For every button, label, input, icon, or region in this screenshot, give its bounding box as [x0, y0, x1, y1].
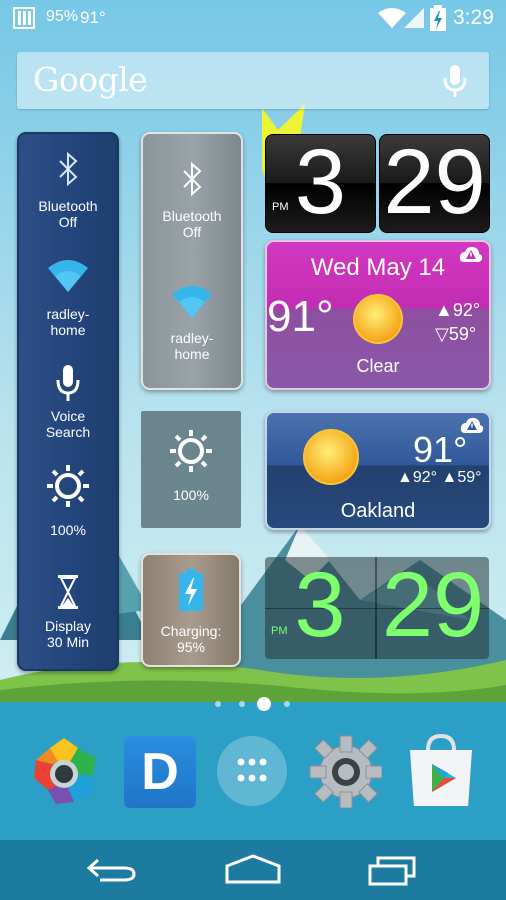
weather-high: ▲92°: [435, 300, 481, 320]
dashclock-app-icon[interactable]: D: [124, 736, 196, 808]
voice-search-label-line2: Search: [45, 424, 91, 440]
clock-minute: 29: [383, 131, 486, 233]
brightness-widget-label: 100%: [173, 487, 209, 503]
page-dot: [239, 701, 245, 707]
weather-high-low: ▲92° ▲59°: [397, 469, 482, 486]
microphone-icon[interactable]: [442, 64, 468, 98]
weather-temperature: 91°: [267, 292, 334, 341]
voice-search-label-line1: Voice: [50, 408, 86, 424]
photos-app-icon[interactable]: [26, 734, 100, 808]
power-toggle-widget-grey: Bluetooth Off radley- home: [141, 132, 243, 390]
play-store-app-icon[interactable]: [404, 732, 478, 806]
weather-date: Wed May 14: [310, 254, 446, 281]
flip-clock-bottom[interactable]: 3 PM 29: [265, 554, 489, 661]
status-bar: 95% 91° 3:29: [0, 0, 506, 36]
google-search-bar[interactable]: Google: [17, 52, 489, 109]
clock-hour: 3: [294, 131, 347, 233]
hourglass-icon: [58, 575, 78, 609]
weather-widget-blue[interactable]: 91° ▲92° ▲59° Oakland: [265, 411, 491, 530]
wifi-toggle-network: home: [174, 346, 210, 362]
dashclock-letter: D: [141, 743, 179, 801]
recents-icon[interactable]: [368, 854, 418, 886]
dock: D: [0, 728, 506, 820]
page-dot: [215, 701, 221, 707]
microphone-icon: [56, 365, 80, 401]
battery-widget-percent: 95%: [176, 639, 206, 655]
clock-hour: 3: [294, 554, 346, 656]
clock-minute-card: 29: [379, 131, 490, 233]
weather-alert-icon[interactable]: [459, 244, 483, 264]
weather-location: Oakland: [340, 500, 416, 522]
display-timeout-label: Display: [45, 618, 91, 634]
wifi-toggle-network: home: [50, 322, 86, 338]
clock-ampm: PM: [271, 625, 288, 637]
clock-ampm: PM: [272, 201, 289, 213]
brightness-toggle[interactable]: 100%: [19, 464, 117, 540]
clock-hour-card: 3 PM: [265, 131, 376, 233]
bluetooth-icon: [183, 162, 202, 196]
app-drawer-icon[interactable]: [217, 736, 287, 806]
page-dot: [284, 701, 290, 707]
bluetooth-toggle[interactable]: Bluetooth Off: [143, 154, 241, 244]
brightness-icon: [170, 430, 212, 472]
app-drawer-dots-icon: [237, 758, 267, 782]
settings-app-icon[interactable]: [308, 734, 382, 808]
bluetooth-toggle-label: Bluetooth: [162, 208, 222, 224]
weather-low: ▽59°: [435, 324, 477, 344]
weather-widget-pink[interactable]: Wed May 14 91° ▲92° ▽59° Clear: [265, 240, 491, 390]
page-dot-current: [257, 697, 271, 711]
power-toggle-widget-blue: Bluetooth Off radley- home Voice Search: [17, 132, 119, 671]
display-timeout-toggle[interactable]: Display 30 Min: [19, 570, 117, 656]
wifi-toggle-label: radley-: [170, 330, 214, 346]
display-timeout-value: 30 Min: [46, 634, 90, 650]
bluetooth-icon: [59, 152, 78, 186]
signal-icon: [404, 8, 424, 28]
sim-card-icon: [13, 7, 35, 29]
brightness-toggle-label: 100%: [50, 522, 86, 538]
brightness-widget[interactable]: 100%: [141, 411, 241, 528]
wifi-icon: [172, 286, 212, 318]
sun-icon: [303, 429, 359, 485]
bluetooth-toggle-label: Bluetooth: [38, 198, 98, 214]
sun-icon: [353, 294, 403, 344]
wifi-icon: [48, 260, 88, 292]
weather-temperature: 91°: [413, 429, 468, 470]
bluetooth-toggle-state: Off: [58, 214, 78, 230]
brightness-icon: [47, 465, 89, 507]
flip-clock-top[interactable]: 3 PM 29: [265, 131, 490, 233]
status-time: 3:29: [453, 6, 494, 29]
home-icon[interactable]: [224, 854, 282, 884]
weather-condition: Clear: [356, 356, 400, 376]
bluetooth-toggle-state: Off: [182, 224, 202, 240]
navigation-bar: [0, 840, 506, 900]
battery-widget-label: Charging:: [160, 623, 222, 639]
google-logo: Google: [33, 60, 148, 99]
battery-percent: 95%: [46, 8, 79, 25]
battery-charging-icon: [179, 569, 203, 611]
battery-widget[interactable]: Charging: 95%: [141, 553, 241, 667]
voice-search-toggle[interactable]: Voice Search: [19, 360, 117, 446]
page-indicator: [214, 696, 294, 712]
wifi-toggle[interactable]: radley- home: [19, 258, 117, 344]
status-temperature: 91°: [80, 8, 106, 27]
bluetooth-toggle[interactable]: Bluetooth Off: [19, 144, 117, 230]
clock-minute: 29: [381, 554, 485, 656]
battery-charging-status-icon: [430, 5, 446, 31]
wifi-toggle-label: radley-: [46, 306, 90, 322]
wifi-toggle[interactable]: radley- home: [143, 284, 241, 370]
back-icon[interactable]: [86, 856, 138, 884]
